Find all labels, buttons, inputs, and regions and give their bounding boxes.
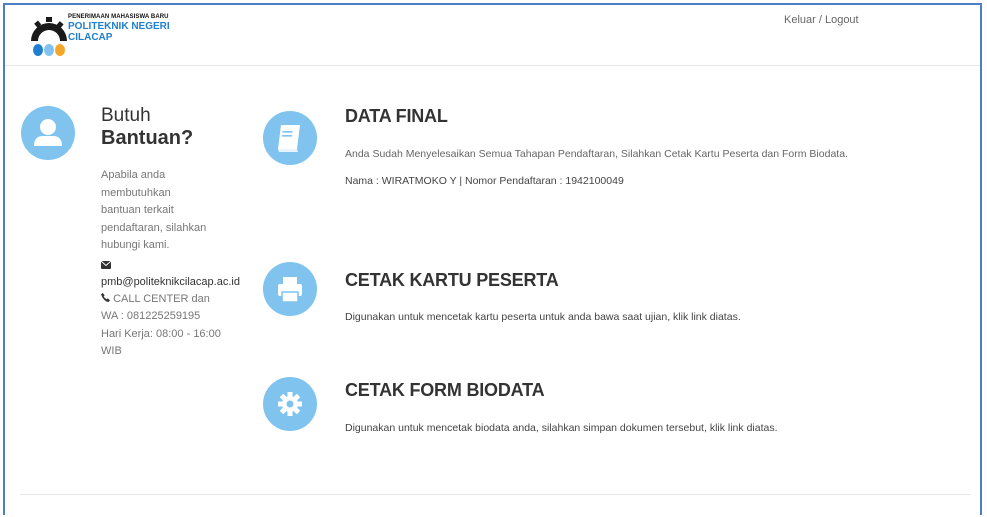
- call-center-line: CALL CENTER dan: [101, 292, 210, 306]
- data-final-title: DATA FINAL: [345, 106, 448, 126]
- envelope-icon: [100, 259, 112, 273]
- brand-name-line2: CILACAP: [68, 32, 113, 43]
- help-text-line: bantuan terkait: [101, 204, 174, 216]
- call-center-label: CALL CENTER dan: [113, 293, 210, 305]
- brand-subtitle: PENERIMAAN MAHASISWA BARU: [68, 14, 169, 20]
- working-hours-suffix: WIB: [101, 345, 122, 357]
- brand: PENERIMAAN MAHASISWA BARU POLITEKNIK NEG…: [68, 14, 170, 43]
- working-hours: Hari Kerja: 08:00 - 16:00: [101, 328, 221, 340]
- help-text-line: hubungi kami.: [101, 239, 170, 251]
- email-link[interactable]: pmb@politeknikcilacap.ac.id: [101, 275, 240, 289]
- header: PENERIMAAN MAHASISWA BARU POLITEKNIK NEG…: [5, 5, 980, 66]
- brand-name-line1: POLITEKNIK NEGERI: [68, 21, 170, 32]
- help-text-line: Apabila anda: [101, 169, 166, 181]
- cetak-biodata-link[interactable]: CETAK FORM BIODATA: [345, 380, 545, 401]
- cetak-kartu-description: Digunakan untuk mencetak kartu peserta u…: [345, 311, 741, 323]
- window-frame: [3, 3, 982, 515]
- footer-divider: [20, 494, 970, 495]
- data-final-description: Anda Sudah Menyelesaikan Semua Tahapan P…: [345, 148, 848, 160]
- logo-icon: [31, 17, 67, 56]
- cetak-biodata-description: Digunakan untuk mencetak biodata anda, s…: [345, 422, 778, 434]
- help-text: Apabila anda membutuhkan bantuan terkait…: [101, 167, 266, 255]
- help-title-light: Butuh: [101, 105, 151, 126]
- gear-icon[interactable]: [263, 377, 317, 431]
- whatsapp-number: WA : 081225259195: [101, 310, 201, 322]
- data-final-detail: Nama : WIRATMOKO Y | Nomor Pendaftaran :…: [345, 175, 624, 187]
- logout-link[interactable]: Keluar / Logout: [784, 14, 859, 26]
- phone-icon: [101, 293, 113, 305]
- help-title-bold: Bantuan?: [101, 127, 194, 149]
- cetak-kartu-link[interactable]: CETAK KARTU PESERTA: [345, 270, 559, 291]
- book-icon: [263, 111, 317, 165]
- help-text-line: pendaftaran, silahkan: [101, 221, 207, 234]
- printer-icon[interactable]: [263, 262, 317, 316]
- user-icon: [21, 106, 75, 160]
- help-text-line: membutuhkan: [101, 186, 171, 199]
